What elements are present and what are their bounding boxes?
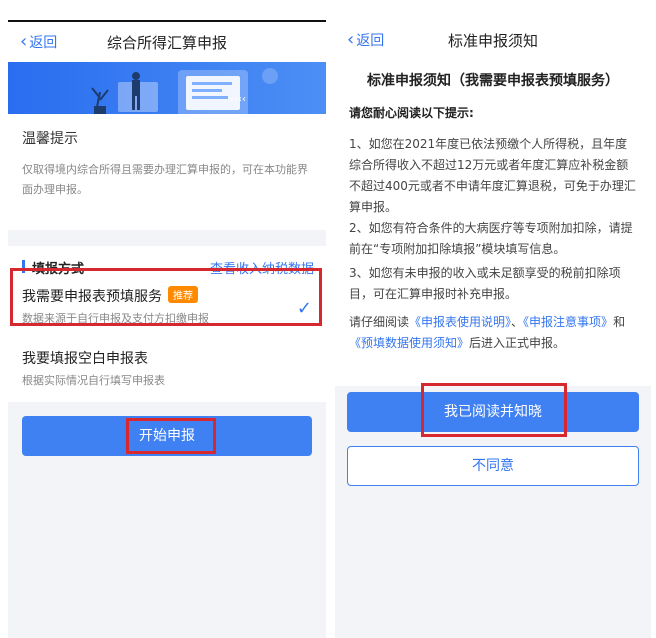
disagree-button[interactable]: 不同意 (347, 446, 639, 486)
doc-link-prefill-data-notice[interactable]: 《预填数据使用须知》 (349, 336, 469, 350)
right-screen: ‹ 返回 标准申报须知 标准申报须知（我需要申报表预填服务） 请您耐心阅读以下提… (335, 20, 651, 638)
highlight-box-prefill-option (10, 268, 322, 326)
svg-text:‹‹‹‹: ‹‹‹‹ (230, 94, 246, 105)
tips-text: 仅取得境内综合所得且需要办理汇算申报的，可在本功能界面办理申报。 (22, 163, 308, 196)
tips-heading: 温馨提示 (22, 131, 78, 147)
option-blank-subtitle: 根据实际情况自行填写申报表 (22, 374, 165, 387)
read-sep: 、 (511, 315, 524, 329)
left-page-title: 综合所得汇算申报 (106, 34, 227, 52)
right-nav-bar: ‹ 返回 标准申报须知 (335, 20, 651, 60)
notice-intro: 请您耐心阅读以下提示: (349, 106, 474, 120)
banner-illustration: ‹‹‹‹ (8, 62, 326, 114)
notice-item-1: 1、如您在2021年度已依法预缴个人所得税，且年度综合所得收入不超过12万元或者… (349, 137, 636, 214)
left-screen: ‹ 返回 综合所得汇算申报 ‹‹‹‹ 温馨提示 仅取得境内综合所得且需要办理汇算… (8, 20, 326, 638)
notice-card: 标准申报须知（我需要申报表预填服务） 请您耐心阅读以下提示: 1、如您在2021… (335, 60, 651, 386)
highlight-box-agree-button (421, 383, 567, 437)
highlight-box-start-button (126, 418, 216, 454)
left-nav-bar: ‹ 返回 综合所得汇算申报 (8, 20, 326, 62)
notice-read-docs: 请仔细阅读《申报表使用说明》、《申报注意事项》和《预填数据使用须知》后进入正式申… (349, 312, 639, 354)
read-suffix: 后进入正式申报。 (469, 336, 566, 350)
read-and: 和 (613, 315, 626, 329)
banner-illustration-icon: ‹‹‹‹ (91, 68, 278, 114)
doc-link-form-instructions[interactable]: 《申报表使用说明》 (409, 315, 511, 329)
right-page-title: 标准申报须知 (447, 32, 538, 50)
notice-item-2: 2、如您有符合条件的大病医疗等专项附加扣除，请提前在“专项附加扣除填报”模块填写… (349, 221, 633, 256)
option-blank-form[interactable]: 我要填报空白申报表 根据实际情况自行填写申报表 (8, 348, 326, 398)
tips-card: 温馨提示 仅取得境内综合所得且需要办理汇算申报的，可在本功能界面办理申报。 (8, 114, 326, 230)
option-blank-title: 我要填报空白申报表 (22, 351, 148, 367)
doc-link-filing-notes[interactable]: 《申报注意事项》 (523, 315, 613, 329)
notice-title: 标准申报须知（我需要申报表预填服务） (367, 73, 619, 89)
notice-item-3: 3、如您有未申报的收入或未足额享受的税前扣除项目，可在汇算申报时补充申报。 (349, 266, 621, 301)
read-prefix: 请仔细阅读 (349, 315, 410, 329)
